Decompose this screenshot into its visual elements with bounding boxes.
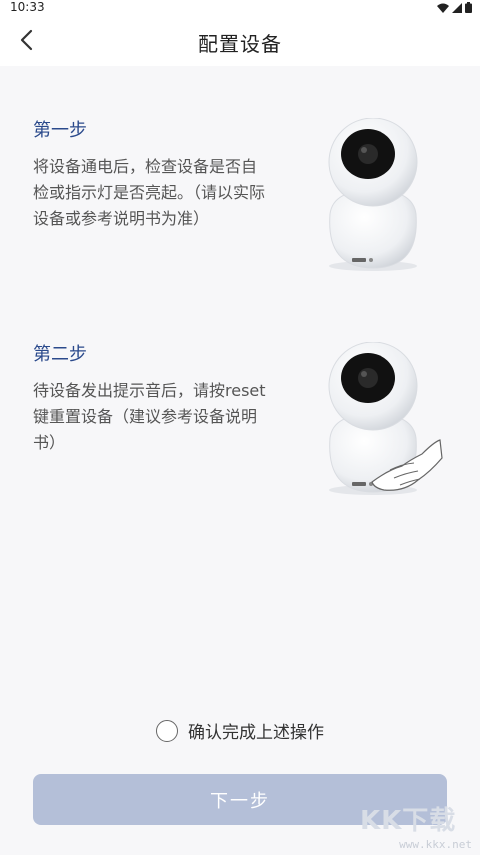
step-title: 第二步	[33, 344, 87, 365]
cellular-signal-icon	[452, 2, 462, 13]
watermark-logo: KK下载	[360, 806, 457, 836]
status-time: 10:33	[10, 0, 45, 14]
step-description: 待设备发出提示音后，请按reset键重置设备（建议参考设备说明书）	[33, 381, 266, 452]
step-title: 第一步	[33, 120, 87, 141]
status-icons	[437, 2, 472, 13]
camera-illustration-icon	[328, 118, 418, 271]
step-description: 将设备通电后，检查设备是否自检或指示灯是否亮起。（请以实际设备或参考说明书为准）	[33, 157, 266, 228]
page-title: 配置设备	[198, 32, 282, 56]
confirm-checkbox[interactable]: 确认完成上述操作	[0, 718, 480, 743]
header: 配置设备	[0, 16, 480, 66]
wifi-icon	[437, 3, 449, 13]
step-2: 第二步 待设备发出提示音后，请按reset键重置设备（建议参考设备说明书）	[33, 340, 268, 456]
battery-icon	[465, 2, 472, 13]
status-bar: 10:33	[0, 0, 480, 16]
watermark-url: www.kkx.net	[399, 838, 472, 851]
radio-circle-icon[interactable]	[156, 719, 178, 742]
step-1: 第一步 将设备通电后，检查设备是否自检或指示灯是否亮起。（请以实际设备或参考说明…	[33, 116, 268, 232]
confirm-label: 确认完成上述操作	[188, 723, 324, 743]
watermark: KK下载 www.kkx.net	[360, 800, 476, 854]
camera-reset-hand-illustration-icon	[328, 342, 443, 495]
